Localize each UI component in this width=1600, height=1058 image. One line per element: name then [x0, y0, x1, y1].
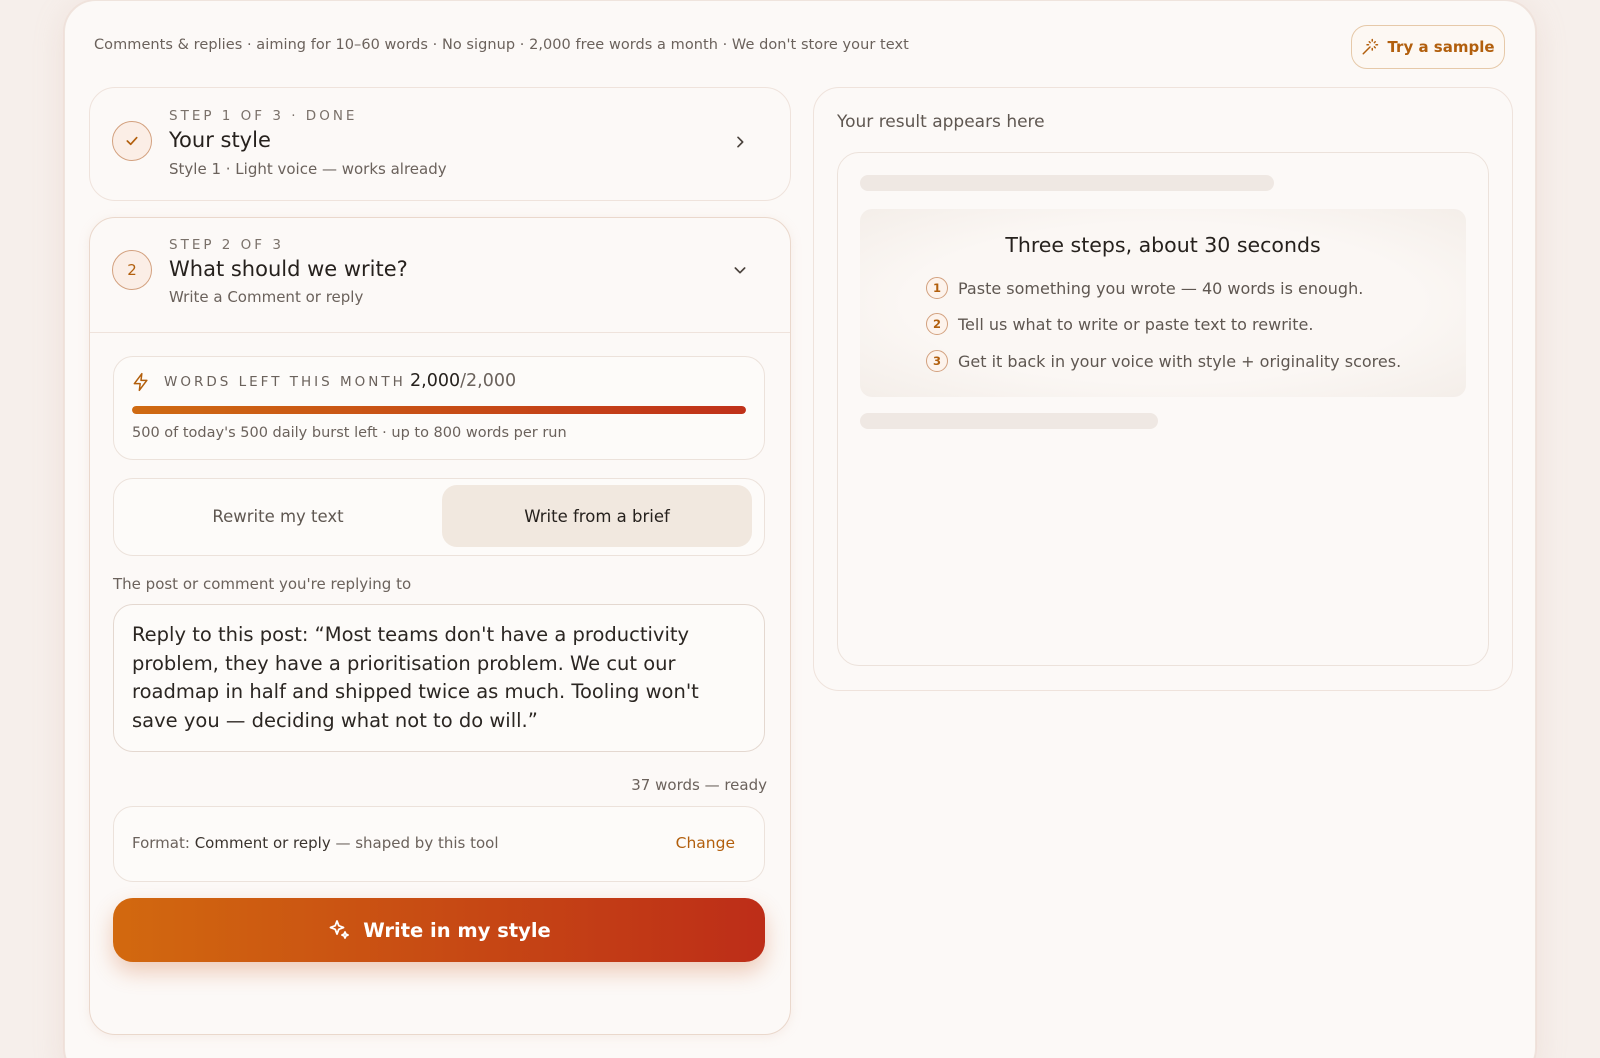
- step-2-subtitle: Write a Comment or reply: [169, 288, 364, 306]
- divider: [90, 332, 790, 333]
- quota-label: WORDS LEFT THIS MONTH: [164, 374, 406, 390]
- quota-value: 2,000/2,000: [410, 371, 516, 391]
- how-step-2: 2 Tell us what to write or paste text to…: [926, 313, 1313, 335]
- format-row: Format: Comment or reply — shaped by thi…: [113, 806, 765, 882]
- how-step-3: 3 Get it back in your voice with style +…: [926, 350, 1401, 372]
- change-format-link[interactable]: Change: [676, 834, 735, 852]
- format-text: Format: Comment or reply — shaped by thi…: [132, 834, 499, 852]
- step-1-title: Your style: [169, 128, 271, 152]
- how-step-text: Get it back in your voice with style + o…: [958, 351, 1402, 371]
- step-1-overline: STEP 1 OF 3 · DONE: [169, 108, 358, 124]
- quota-progress-bar: [132, 406, 746, 414]
- format-suffix: — shaped by this tool: [330, 834, 499, 852]
- step-number: 2: [127, 261, 137, 279]
- try-sample-label: Try a sample: [1387, 38, 1495, 56]
- step-2-card: 2 STEP 2 OF 3 What should we write? Writ…: [89, 217, 791, 1035]
- how-step-number: 2: [926, 313, 948, 335]
- cta-label: Write in my style: [363, 918, 551, 942]
- skeleton-line: [860, 175, 1274, 191]
- magic-wand-icon: [1362, 38, 1379, 55]
- step-done-badge: [112, 121, 152, 161]
- reply-field-label: The post or comment you're replying to: [113, 575, 412, 593]
- result-title: Your result appears here: [837, 112, 1045, 132]
- app-card: Comments & replies · aiming for 10–60 wo…: [64, 0, 1536, 1058]
- chevron-right-icon[interactable]: [732, 134, 748, 150]
- tagline: Comments & replies · aiming for 10–60 wo…: [94, 37, 909, 53]
- format-prefix: Format:: [132, 834, 195, 852]
- step-1-card[interactable]: STEP 1 OF 3 · DONE Your style Style 1 · …: [89, 87, 791, 201]
- how-step-number: 1: [926, 277, 948, 299]
- quota-total: /2,000: [460, 371, 517, 391]
- quota-progress-fill: [132, 406, 746, 414]
- sparkles-icon: [329, 920, 350, 939]
- word-count: 37 words — ready: [631, 776, 767, 794]
- how-it-works-title: Three steps, about 30 seconds: [1005, 233, 1321, 257]
- mode-brief-tab[interactable]: Write from a brief: [442, 485, 752, 547]
- step-1-subtitle: Style 1 · Light voice — works already: [169, 160, 447, 178]
- skeleton-line: [860, 413, 1158, 429]
- reply-source-input[interactable]: Reply to this post: “Most teams don't ha…: [113, 604, 765, 752]
- quota-note: 500 of today's 500 daily burst left · up…: [132, 425, 567, 441]
- chevron-down-icon[interactable]: [732, 262, 748, 278]
- result-placeholder: Three steps, about 30 seconds 1 Paste so…: [837, 152, 1489, 666]
- step-number-badge: 2: [112, 250, 152, 290]
- how-step-number: 3: [926, 350, 948, 372]
- quota-remaining: 2,000: [410, 371, 461, 391]
- step-2-overline: STEP 2 OF 3: [169, 237, 284, 253]
- mode-rewrite-tab[interactable]: Rewrite my text: [120, 485, 436, 547]
- format-value: Comment or reply: [194, 834, 331, 852]
- how-step-1: 1 Paste something you wrote — 40 words i…: [926, 277, 1363, 299]
- mode-toggle: Rewrite my text Write from a brief: [113, 478, 765, 556]
- how-step-text: Paste something you wrote — 40 words is …: [958, 278, 1364, 298]
- try-sample-button[interactable]: Try a sample: [1351, 25, 1505, 69]
- check-icon: [126, 136, 138, 146]
- word-quota: WORDS LEFT THIS MONTH 2,000/2,000 500 of…: [113, 356, 765, 460]
- write-in-my-style-button[interactable]: Write in my style: [113, 898, 765, 962]
- step-2-title: What should we write?: [169, 257, 408, 281]
- result-panel: Your result appears here Three steps, ab…: [813, 87, 1513, 691]
- how-step-text: Tell us what to write or paste text to r…: [958, 314, 1314, 334]
- lightning-icon: [133, 372, 148, 392]
